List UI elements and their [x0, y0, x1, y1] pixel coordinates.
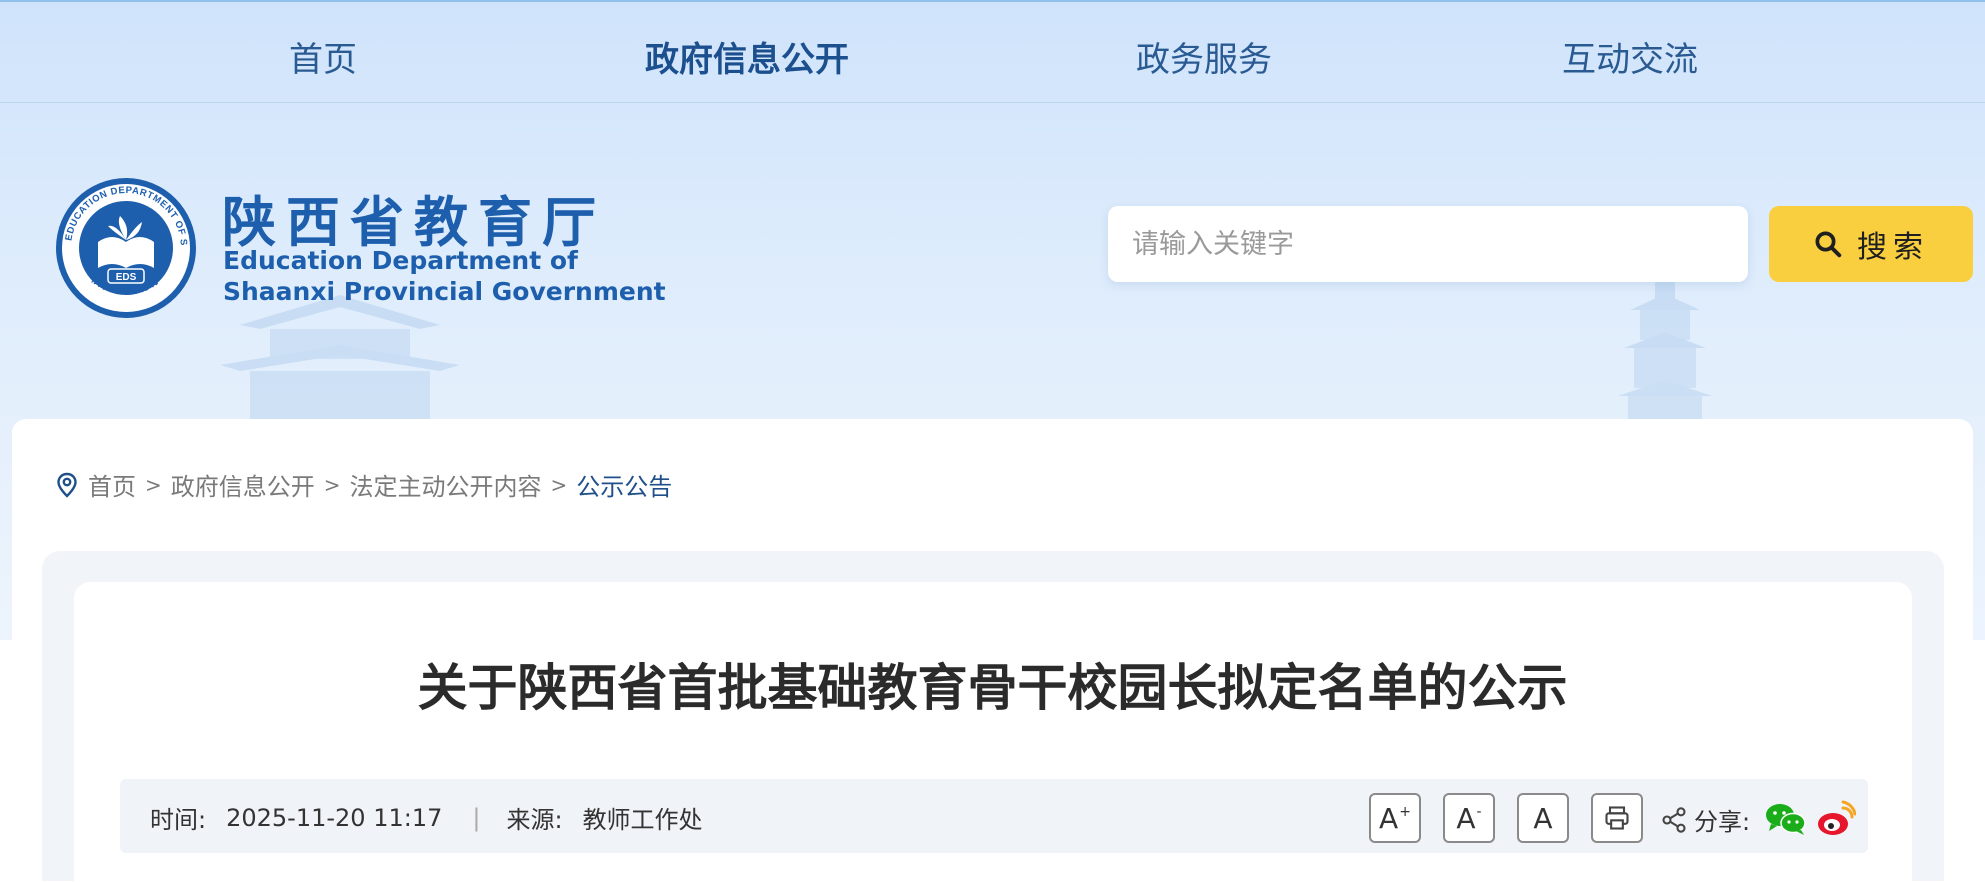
share-icon[interactable]	[1660, 806, 1688, 834]
search-input[interactable]	[1108, 206, 1748, 282]
breadcrumb-separator: >	[323, 472, 341, 497]
site-title-en-line2: Shaanxi Provincial Government	[223, 277, 666, 306]
font-decrease-mark: -	[1476, 804, 1482, 820]
meta-divider: |	[472, 803, 481, 832]
article-meta: 时间: 2025-11-20 11:17 | 来源: 教师工作处	[150, 800, 703, 835]
site-title-en-line1: Education Department of	[223, 246, 578, 275]
breadcrumb-separator: >	[145, 472, 162, 497]
nav-item-interaction[interactable]: 互动交流	[1562, 32, 1698, 81]
print-icon	[1605, 806, 1629, 830]
breadcrumb-statutory-content[interactable]: 法定主动公开内容	[350, 467, 542, 502]
nav-item-home[interactable]: 首页	[289, 32, 357, 81]
time-value: 2025-11-20 11:17	[226, 803, 443, 832]
font-increase-button[interactable]: A +	[1369, 793, 1421, 843]
breadcrumb-home[interactable]: 首页	[88, 467, 136, 502]
time-label: 时间:	[150, 806, 207, 834]
search-button[interactable]: 搜索	[1769, 206, 1973, 282]
location-pin-icon	[56, 472, 78, 498]
search-icon	[1815, 231, 1842, 258]
logo-emblem-icon[interactable]: EDUCATION DEPARTMENT OF SHAANXI 陕西省教育厅 E…	[54, 176, 198, 320]
nav-item-gov-services[interactable]: 政务服务	[1136, 32, 1272, 81]
font-increase-label: A	[1379, 801, 1399, 835]
font-increase-mark: +	[1399, 804, 1411, 820]
share-section: 分享:	[1660, 802, 1750, 837]
breadcrumb-separator: >	[550, 472, 568, 497]
breadcrumb: 首页 > 政府信息公开 > 法定主动公开内容 > 公示公告	[56, 467, 672, 502]
font-decrease-button[interactable]: A-	[1443, 793, 1495, 843]
font-decrease-label: A	[1456, 801, 1476, 835]
breadcrumb-current[interactable]: 公示公告	[576, 467, 672, 502]
article-title: 关于陕西省首批基础教育骨干校园长拟定名单的公示	[417, 659, 1568, 717]
share-label: 分享:	[1694, 808, 1751, 836]
nav-item-gov-info[interactable]: 政府信息公开	[645, 32, 849, 81]
weibo-icon[interactable]	[1816, 800, 1856, 838]
font-reset-button[interactable]: A	[1517, 793, 1569, 843]
main-nav: 首页 政府信息公开 政务服务 互动交流	[0, 2, 1985, 103]
source-label: 来源:	[506, 806, 563, 834]
print-button[interactable]	[1591, 793, 1643, 843]
breadcrumb-gov-info[interactable]: 政府信息公开	[171, 467, 315, 502]
font-reset-label: A	[1533, 801, 1553, 835]
site-title-en: Education Department of Shaanxi Provinci…	[223, 245, 666, 307]
search-button-label: 搜索	[1857, 230, 1929, 265]
emblem-eds-text: EDS	[116, 272, 137, 283]
wechat-icon[interactable]	[1765, 802, 1807, 836]
source-value: 教师工作处	[582, 806, 703, 834]
